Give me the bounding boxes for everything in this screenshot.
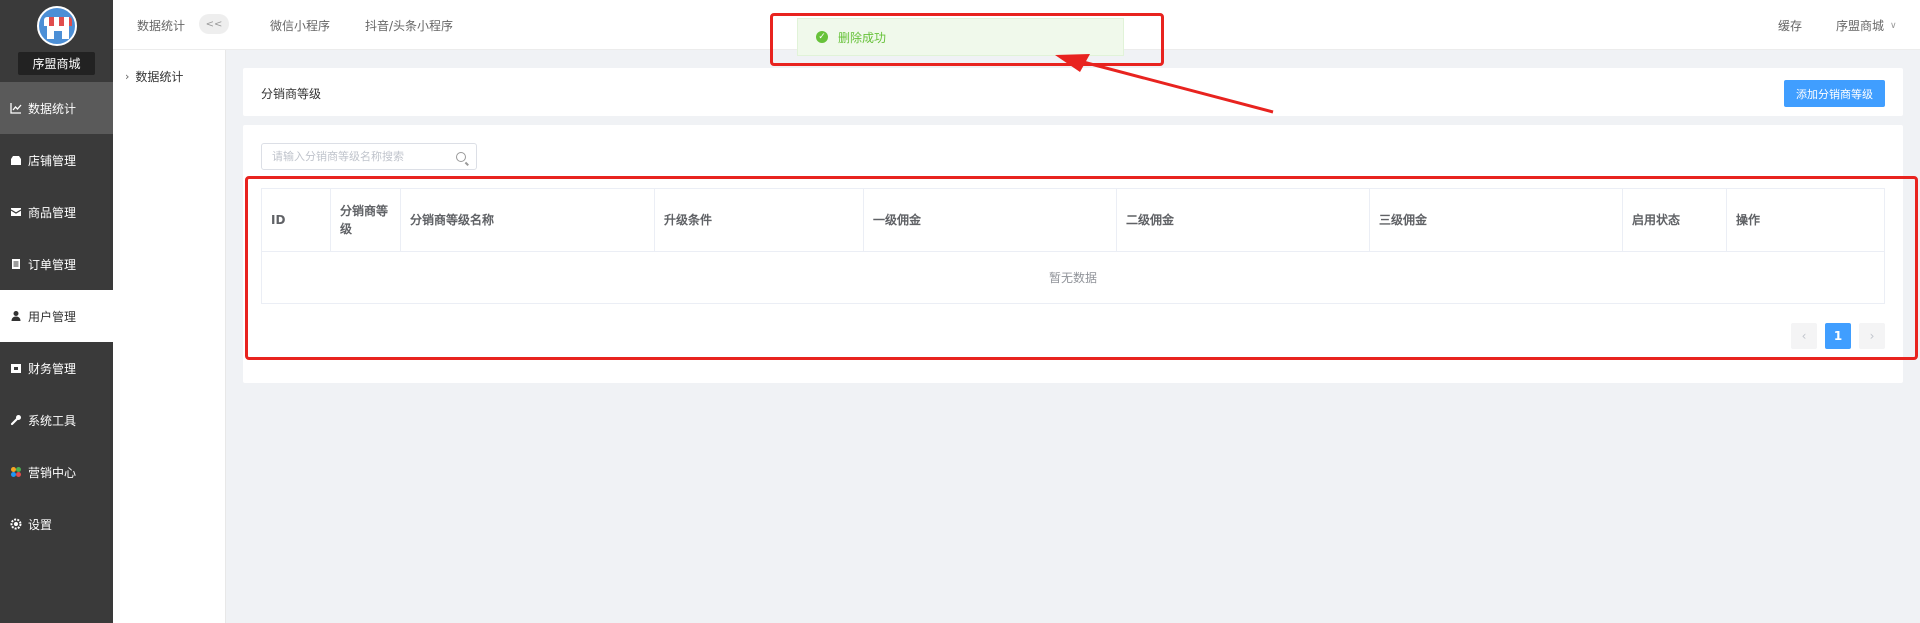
sidebar-item-label: 营销中心 — [28, 465, 77, 480]
tab-douyin-miniprogram[interactable]: 抖音/头条小程序 — [365, 17, 453, 34]
sidebar-item-marketing[interactable]: 营销中心 — [0, 446, 113, 498]
shop-name: 序盟商城 — [18, 52, 95, 75]
table-empty-row: 暂无数据 — [261, 251, 1885, 304]
page-header-panel: 分销商等级 添加分销商等级 — [243, 68, 1903, 116]
prev-page-button[interactable]: ‹ — [1791, 323, 1817, 349]
chevron-down-icon: ∨ — [1890, 20, 1897, 31]
sidebar-item-label: 数据统计 — [28, 101, 77, 116]
sidebar-item-label: 财务管理 — [28, 361, 77, 376]
distributor-level-table: ID 分销商等级 分销商等级名称 升级条件 一级佣金 二级佣金 三级佣金 启用状… — [261, 188, 1885, 304]
user-icon — [10, 310, 22, 322]
pagination: ‹ 1 › — [1791, 323, 1885, 349]
order-icon — [10, 258, 22, 270]
check-circle-icon: ✓ — [816, 31, 828, 43]
content-panel: ID 分销商等级 分销商等级名称 升级条件 一级佣金 二级佣金 三级佣金 启用状… — [243, 125, 1903, 383]
empty-text: 暂无数据 — [261, 251, 1885, 304]
success-toast: ✓ 删除成功 — [797, 18, 1124, 56]
sidebar-item-goods[interactable]: 商品管理 — [0, 186, 113, 238]
column-header-actions[interactable]: 操作 — [1726, 188, 1885, 252]
column-header-status[interactable]: 启用状态 — [1622, 188, 1727, 252]
main-sidebar: 序盟商城 数据统计 店铺管理 商品管理 订单管理 用户管理 财务管理 系统工具 … — [0, 0, 113, 623]
sub-sidebar: › 数据统计 — [113, 0, 226, 623]
column-header-upgrade-condition[interactable]: 升级条件 — [654, 188, 864, 252]
search-icon[interactable] — [456, 151, 466, 162]
tab-wechat-miniprogram[interactable]: 微信小程序 — [270, 17, 330, 34]
next-page-button[interactable]: › — [1859, 323, 1885, 349]
user-name: 序盟商城 — [1836, 19, 1885, 33]
column-header-third-commission[interactable]: 三级佣金 — [1369, 188, 1623, 252]
sidebar-item-label: 系统工具 — [28, 413, 77, 428]
shop-logo-icon — [36, 6, 77, 46]
add-distributor-level-button[interactable]: 添加分销商等级 — [1784, 80, 1885, 107]
column-header-level-name[interactable]: 分销商等级名称 — [400, 188, 655, 252]
page-number-current[interactable]: 1 — [1825, 323, 1851, 349]
gear-icon — [10, 518, 22, 530]
chart-line-icon — [10, 102, 22, 114]
sidebar-item-finance[interactable]: 财务管理 — [0, 342, 113, 394]
sidebar-item-label: 订单管理 — [28, 257, 77, 272]
shop-icon — [10, 154, 22, 166]
sub-sidebar-item-stats[interactable]: › 数据统计 — [125, 68, 183, 85]
sidebar-item-label: 商品管理 — [28, 205, 77, 220]
goods-icon — [10, 206, 22, 218]
chevron-right-icon: › — [125, 70, 130, 83]
sidebar-item-settings[interactable]: 设置 — [0, 498, 113, 550]
sub-sidebar-label: 数据统计 — [135, 70, 184, 84]
breadcrumb[interactable]: 数据统计 — [137, 17, 185, 34]
search-box — [261, 143, 477, 170]
logo-area: 序盟商城 — [0, 0, 113, 82]
finance-icon — [10, 362, 22, 374]
sidebar-item-label: 设置 — [28, 517, 53, 532]
page-title: 分销商等级 — [261, 87, 322, 101]
sidebar-item-shop[interactable]: 店铺管理 — [0, 134, 113, 186]
sidebar-item-orders[interactable]: 订单管理 — [0, 238, 113, 290]
sidebar-item-users[interactable]: 用户管理 — [0, 290, 113, 342]
sidebar-item-tools[interactable]: 系统工具 — [0, 394, 113, 446]
table-header-row: ID 分销商等级 分销商等级名称 升级条件 一级佣金 二级佣金 三级佣金 启用状… — [261, 188, 1885, 252]
column-header-id[interactable]: ID — [261, 188, 331, 252]
sidebar-item-label: 用户管理 — [28, 309, 77, 324]
wrench-icon — [10, 414, 22, 426]
sidebar-item-stats[interactable]: 数据统计 — [0, 82, 113, 134]
column-header-level[interactable]: 分销商等级 — [330, 188, 401, 252]
column-header-first-commission[interactable]: 一级佣金 — [863, 188, 1117, 252]
column-header-second-commission[interactable]: 二级佣金 — [1116, 188, 1370, 252]
toast-message: 删除成功 — [838, 30, 887, 45]
sidebar-item-label: 店铺管理 — [28, 153, 77, 168]
cache-button[interactable]: 缓存 — [1778, 17, 1802, 34]
marketing-icon — [10, 466, 22, 478]
search-input[interactable] — [272, 150, 456, 163]
user-menu[interactable]: 序盟商城 ∨ — [1836, 17, 1897, 34]
collapse-button[interactable]: << — [199, 14, 229, 34]
